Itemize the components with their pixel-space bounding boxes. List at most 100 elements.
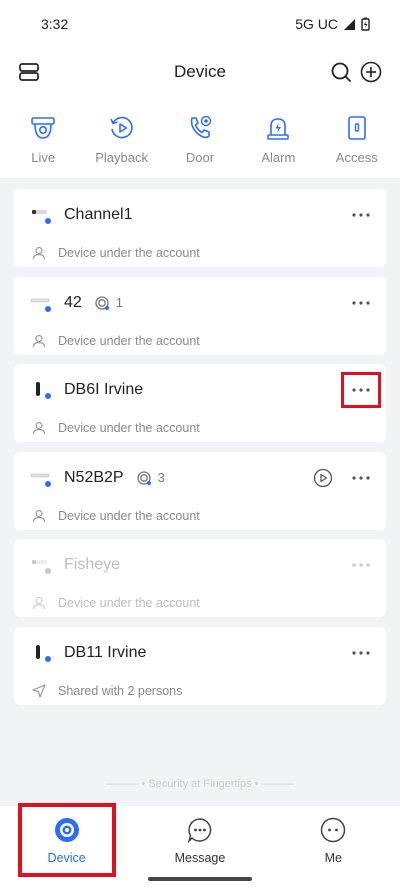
share-icon <box>32 683 46 698</box>
more-options-button[interactable] <box>348 554 374 576</box>
device-name: N52B2P <box>64 468 124 486</box>
device-subtitle: Device under the account <box>58 421 200 435</box>
user-icon <box>32 596 46 610</box>
device-card[interactable]: Channel1 Device under the account <box>14 189 386 267</box>
more-options-button[interactable] <box>341 372 381 408</box>
device-name: Fisheye <box>64 556 121 573</box>
quick-nav-label: Playback <box>95 150 148 165</box>
tab-me[interactable]: Me <box>278 806 388 889</box>
view-toggle-button[interactable] <box>16 59 42 85</box>
device-name: 42 <box>64 293 82 311</box>
tab-label: Message <box>174 851 226 865</box>
online-status-dot <box>45 480 51 487</box>
channel-icon <box>136 470 151 485</box>
doorbell-device-icon <box>30 644 52 662</box>
bottom-tab-bar: Device Message Me <box>0 803 400 889</box>
more-icon <box>352 300 370 305</box>
channel-count: 1 <box>115 295 124 310</box>
signal-icon <box>344 18 355 30</box>
channel-icon <box>95 295 109 310</box>
more-options-button[interactable] <box>348 642 374 664</box>
status-indicators: 5G UC <box>295 16 370 32</box>
me-tab-icon <box>320 817 346 843</box>
slogan-text: Security at Fingertips <box>148 778 252 790</box>
device-card[interactable]: DB11 Irvine Shared with 2 persons <box>14 626 386 705</box>
doorbell-device-icon <box>30 381 52 399</box>
access-icon <box>341 112 373 144</box>
search-button[interactable] <box>328 59 354 85</box>
device-tab-icon <box>54 817 80 843</box>
quick-nav-alarm[interactable]: Alarm <box>240 112 316 165</box>
more-icon <box>352 213 370 217</box>
camera-icon <box>27 112 59 144</box>
device-subtitle: Device under the account <box>58 596 200 610</box>
channel-count-badge: 1 <box>94 295 123 311</box>
play-button[interactable] <box>310 467 336 489</box>
door-phone-icon <box>184 112 216 144</box>
quick-nav-playback[interactable]: Playback <box>84 112 160 165</box>
slogan-divider: ——— • <box>105 778 149 790</box>
online-status-dot <box>45 393 51 399</box>
quick-nav-door[interactable]: Door <box>162 112 238 165</box>
footer-slogan: ——— • Security at Fingertips • ——— <box>0 778 400 790</box>
home-indicator[interactable] <box>148 877 252 881</box>
more-options-button[interactable] <box>348 292 374 314</box>
channel-count-badge: 3 <box>136 470 165 486</box>
playback-icon <box>106 112 138 144</box>
offline-status-dot <box>45 568 51 574</box>
device-card[interactable]: Fisheye Device under the account <box>14 539 386 617</box>
device-name: Channel1 <box>64 206 133 223</box>
device-card[interactable]: N52B2P 3 Device under the account <box>14 451 386 530</box>
more-options-button[interactable] <box>348 204 374 226</box>
slogan-divider: • ——— <box>251 778 295 790</box>
user-icon <box>32 509 46 523</box>
status-bar: 3:32 5G UC <box>0 0 400 48</box>
device-subtitle: Device under the account <box>58 333 200 348</box>
quick-nav-label: Alarm <box>261 150 296 165</box>
more-icon <box>352 475 370 480</box>
user-icon <box>32 421 46 435</box>
device-subtitle: Shared with 2 persons <box>58 683 183 698</box>
device-name: DB11 Irvine <box>64 643 147 661</box>
more-icon <box>352 563 370 567</box>
quick-nav-label: Door <box>185 150 215 165</box>
nvr-device-icon <box>30 469 52 487</box>
more-icon <box>352 388 370 392</box>
online-status-dot <box>45 655 51 662</box>
quick-nav-live[interactable]: Live <box>5 112 81 165</box>
add-device-button[interactable] <box>358 59 384 85</box>
tab-label: Device <box>47 851 86 865</box>
quick-nav: Live Playback Door Alarm Access <box>0 112 400 165</box>
online-status-dot <box>45 218 51 224</box>
app-header: Device <box>0 48 400 96</box>
page-title: Device <box>174 62 226 81</box>
add-icon <box>360 61 382 83</box>
tab-device[interactable]: Device <box>12 803 122 889</box>
bullet-camera-icon <box>30 556 52 574</box>
play-icon <box>313 468 333 487</box>
tab-label: Me <box>324 851 342 865</box>
more-icon <box>352 650 370 655</box>
device-name: DB6I Irvine <box>64 381 144 398</box>
more-options-button[interactable] <box>348 467 374 489</box>
quick-nav-access[interactable]: Access <box>319 112 395 165</box>
device-subtitle: Device under the account <box>58 508 200 523</box>
list-view-icon <box>19 63 39 81</box>
device-card[interactable]: DB6I Irvine Device under the account <box>14 364 386 442</box>
message-tab-icon <box>187 817 213 843</box>
network-label: 5G UC <box>295 16 338 32</box>
user-icon <box>32 334 46 348</box>
top-area: 3:32 5G UC Device Live Playback Door Ala… <box>0 0 400 178</box>
quick-nav-label: Access <box>335 150 378 165</box>
search-icon <box>331 62 351 82</box>
battery-icon <box>361 17 370 31</box>
device-card[interactable]: 42 1 Device under the account <box>14 276 386 355</box>
nvr-device-icon <box>30 294 52 312</box>
device-subtitle: Device under the account <box>58 246 200 260</box>
status-time: 3:32 <box>41 16 69 32</box>
alarm-icon <box>262 112 294 144</box>
device-list: Channel1 Device under the account 42 1 D… <box>14 189 386 714</box>
online-status-dot <box>45 305 51 312</box>
channel-count: 3 <box>157 470 165 485</box>
bullet-camera-icon <box>30 206 52 224</box>
